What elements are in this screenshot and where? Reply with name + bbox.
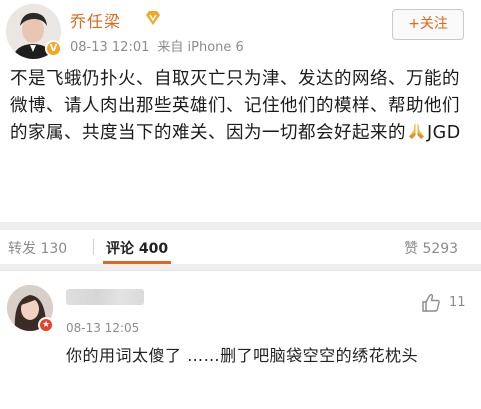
post-source: 来自 iPhone 6 [157, 40, 244, 55]
interaction-tabs: 转发 130 评论 400 赞 5293 [0, 230, 481, 264]
vip-badge-icon: ★ [38, 317, 54, 333]
praying-hands-icon [408, 123, 425, 140]
post-timestamp: 08-13 12:01 [70, 40, 150, 55]
thumbs-up-icon[interactable] [421, 293, 441, 313]
comment-timestamp: 08-13 12:05 [66, 321, 140, 335]
tab-comments[interactable]: 评论 400 [106, 238, 168, 258]
post-text: 不是飞蛾仍扑火、自取灭亡只为津、发达的网络、万能的微博、请人肉出那些英雄们、记住… [10, 69, 460, 143]
section-divider [0, 222, 481, 230]
post-text-tail: JGD [427, 123, 461, 143]
weibo-post: V 乔任梁 08-13 12:01 来自 iPhone 6 +关注 不是飞蛾仍扑火… [0, 0, 481, 222]
commenter-name-blurred[interactable] [66, 289, 144, 305]
post-body: 不是飞蛾仍扑火、自取灭亡只为津、发达的网络、万能的微博、请人肉出那些英雄们、记住… [10, 66, 470, 147]
author-name[interactable]: 乔任梁 [70, 8, 121, 32]
tab-likes[interactable]: 赞 5293 [404, 238, 458, 258]
comment-text: 你的用词太傻了 ……删了吧脑袋空空的绣花枕头 [66, 346, 419, 365]
vip-badge-icon [146, 11, 160, 25]
post-meta: 08-13 12:01 来自 iPhone 6 [70, 36, 244, 55]
tab-reposts[interactable]: 转发 130 [8, 238, 67, 258]
verified-badge-icon: V [45, 40, 62, 57]
tab-separator [93, 239, 94, 255]
follow-button[interactable]: +关注 [392, 9, 464, 40]
comment-item: ★ 08-13 12:05 11 你的用词太傻了 ……删了吧脑袋空空的绣花枕头 [0, 270, 481, 409]
comment-like-count: 11 [449, 295, 466, 310]
